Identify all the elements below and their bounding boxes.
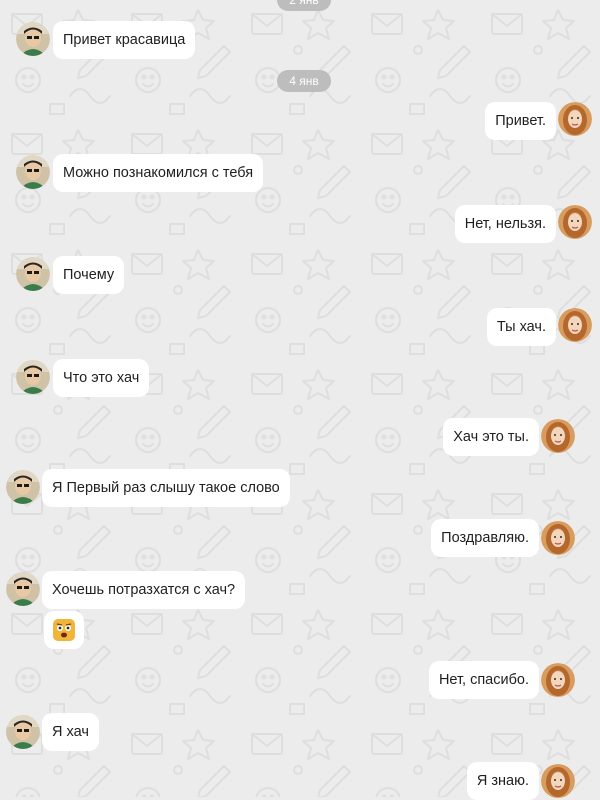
contact-avatar-image	[6, 572, 40, 606]
contact-avatar[interactable]	[16, 360, 50, 394]
own-avatar-image	[541, 419, 575, 453]
contact-avatar[interactable]	[6, 715, 40, 749]
sticker-message[interactable]	[44, 611, 84, 649]
outgoing-message-bubble: Я знаю.	[466, 762, 539, 800]
incoming-message-bubble: Можно познакомился с тебя	[53, 154, 264, 192]
surprised-face-sticker-icon	[53, 619, 75, 641]
outgoing-message-bubble: Ты хач.	[486, 308, 556, 346]
own-avatar-image	[558, 308, 592, 342]
own-avatar[interactable]	[558, 102, 592, 136]
contact-avatar-image	[6, 470, 40, 504]
outgoing-message-bubble: Хач это ты.	[443, 418, 539, 456]
contact-avatar[interactable]	[6, 470, 40, 504]
contact-avatar[interactable]	[16, 257, 50, 291]
incoming-message-bubble: Что это хач	[53, 359, 150, 397]
own-avatar[interactable]	[541, 521, 575, 555]
own-avatar[interactable]	[541, 419, 575, 453]
contact-avatar[interactable]	[16, 22, 50, 56]
own-avatar[interactable]	[541, 663, 575, 697]
own-avatar-image	[541, 663, 575, 697]
incoming-message-bubble: Я хач	[42, 713, 99, 751]
incoming-message-bubble: Я Первый раз слышу такое слово	[42, 469, 290, 507]
incoming-message-bubble: Почему	[53, 256, 125, 294]
own-avatar[interactable]	[541, 764, 575, 798]
contact-avatar-image	[6, 715, 40, 749]
contact-avatar[interactable]	[6, 572, 40, 606]
contact-avatar[interactable]	[16, 155, 50, 189]
own-avatar-image	[541, 764, 575, 798]
outgoing-message-bubble: Нет, спасибо.	[428, 661, 539, 699]
outgoing-message-bubble: Поздравляю.	[431, 519, 539, 557]
own-avatar[interactable]	[558, 205, 592, 239]
outgoing-message-bubble: Привет.	[485, 102, 556, 140]
own-avatar-image	[558, 205, 592, 239]
contact-avatar-image	[16, 22, 50, 56]
contact-avatar-image	[16, 155, 50, 189]
contact-avatar-image	[16, 257, 50, 291]
incoming-message-bubble: Хочешь потразхатся с хач?	[42, 571, 246, 609]
incoming-message-bubble: Привет красавица	[53, 21, 196, 59]
contact-avatar-image	[16, 360, 50, 394]
own-avatar-image	[541, 521, 575, 555]
own-avatar-image	[558, 102, 592, 136]
outgoing-message-bubble: Нет, нельзя.	[454, 205, 556, 243]
date-separator: 2 янв	[277, 0, 331, 11]
own-avatar[interactable]	[558, 308, 592, 342]
date-separator: 4 янв	[277, 70, 331, 92]
